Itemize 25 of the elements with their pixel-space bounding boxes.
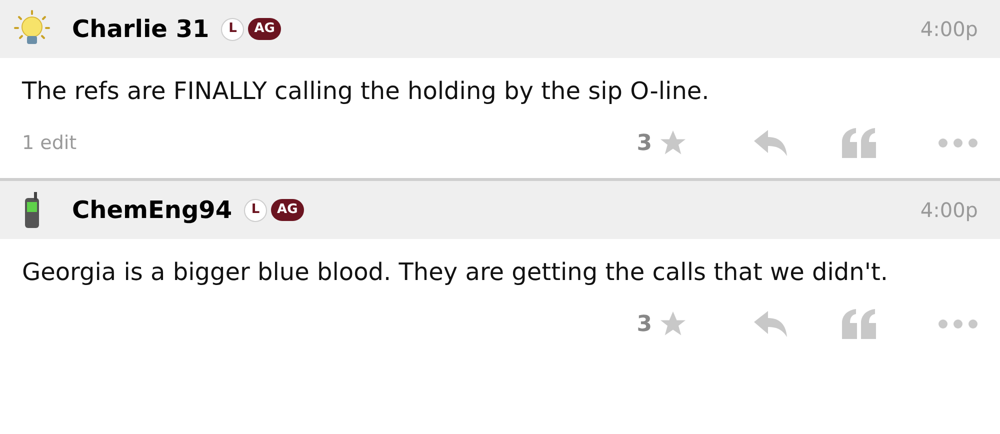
reply-icon xyxy=(754,128,788,158)
post-time: 4:00p xyxy=(920,16,978,43)
more-icon xyxy=(938,319,978,329)
user-badge: AG xyxy=(271,199,304,221)
more-icon xyxy=(938,138,978,148)
edit-note[interactable]: 1 edit xyxy=(22,128,77,158)
post-body: Georgia is a bigger blue blood. They are getting the calls that we didn't. xyxy=(21,257,890,288)
user-badge: L xyxy=(221,18,244,40)
reply-icon xyxy=(754,309,788,339)
user-badge: L xyxy=(244,198,268,222)
more-button[interactable] xyxy=(938,319,978,329)
quote-button[interactable] xyxy=(842,128,876,158)
star-button[interactable]: 3 xyxy=(636,308,688,340)
quote-icon xyxy=(842,128,876,158)
quote-icon xyxy=(842,309,876,339)
reply-button[interactable] xyxy=(754,309,788,339)
username[interactable]: ChemEng94 xyxy=(72,192,232,228)
post-body: The refs are FINALLY calling the holding by the sip O-line. xyxy=(21,76,710,107)
user-badge: AG xyxy=(248,18,281,40)
reply-button[interactable] xyxy=(754,128,788,158)
post-time: 4:00p xyxy=(920,197,978,224)
username[interactable]: Charlie 31 xyxy=(72,11,210,47)
star-button[interactable]: 3 xyxy=(636,126,688,160)
more-button[interactable] xyxy=(938,138,978,148)
quote-button[interactable] xyxy=(842,309,876,339)
